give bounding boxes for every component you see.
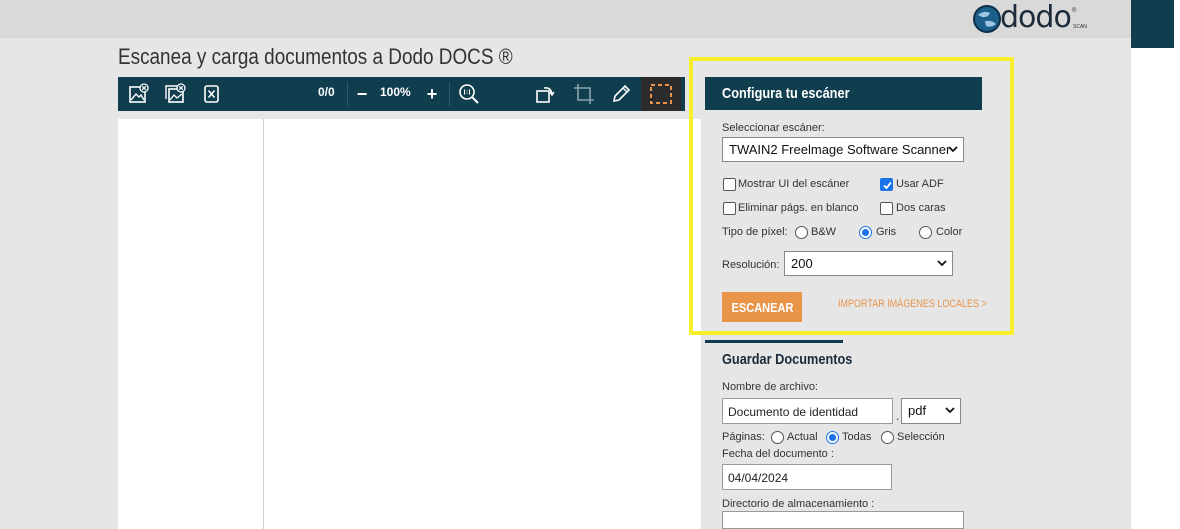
zoom-fit-icon xyxy=(459,84,479,104)
format-value: pdf xyxy=(908,403,927,418)
pages-label: Páginas: xyxy=(722,431,765,443)
page-title: Escanea y carga documentos a Dodo DOCS ® xyxy=(118,44,513,69)
crop-button[interactable] xyxy=(571,77,597,111)
top-bar xyxy=(0,0,1131,38)
zoom-out-button[interactable]: − xyxy=(352,77,372,111)
document-viewer[interactable] xyxy=(264,119,701,529)
pages-all-radio[interactable] xyxy=(826,431,839,444)
filename-input[interactable]: Documento de identidad xyxy=(722,398,893,424)
date-input[interactable]: 04/04/2024 xyxy=(722,464,892,490)
thumbnail-pane[interactable] xyxy=(118,119,264,529)
brand-name: dodo xyxy=(1000,0,1072,35)
crop-icon xyxy=(574,84,594,104)
selection-icon xyxy=(650,84,672,104)
toolbar-divider xyxy=(347,82,348,106)
page-counter: 0/0 xyxy=(318,85,335,99)
remove-image-button[interactable] xyxy=(126,77,152,111)
chevron-down-icon xyxy=(945,407,955,414)
viewer-toolbar: 0/0 − 100% + xyxy=(118,77,685,111)
save-panel: Guardar Documentos Nombre de archivo: Do… xyxy=(705,343,982,529)
pages-all-label: Todas xyxy=(842,431,872,443)
corner-block xyxy=(1131,0,1174,48)
highlight-box xyxy=(689,57,1014,335)
zoom-in-button[interactable]: + xyxy=(422,77,442,111)
remove-all-images-button[interactable] xyxy=(162,77,188,111)
extension-dot: . xyxy=(896,409,900,423)
rotate-button[interactable] xyxy=(532,77,558,111)
brand-logo[interactable]: dodo ® SCAN xyxy=(972,0,1092,36)
edit-button[interactable] xyxy=(608,77,634,111)
globe-icon xyxy=(973,5,1001,33)
brand-reg: ® xyxy=(1072,8,1077,14)
filename-label: Nombre de archivo: xyxy=(722,381,818,393)
pages-actual-label: Actual xyxy=(787,431,818,443)
toolbar-divider xyxy=(449,82,450,106)
select-area-button[interactable] xyxy=(641,77,681,111)
date-value: 04/04/2024 xyxy=(728,471,789,485)
date-label: Fecha del documento : xyxy=(722,448,834,460)
save-panel-title: Guardar Documentos xyxy=(722,351,853,368)
pages-selection-label: Selección xyxy=(897,431,945,443)
filename-value: Documento de identidad xyxy=(728,405,859,419)
zoom-level: 100% xyxy=(380,85,411,99)
plus-icon: + xyxy=(426,83,438,104)
pencil-icon xyxy=(612,84,631,103)
images-remove-icon xyxy=(165,83,186,103)
rotate-icon xyxy=(536,87,555,103)
image-remove-icon xyxy=(129,83,149,103)
clear-button[interactable] xyxy=(200,77,224,111)
directory-label: Directorio de almacenamiento : xyxy=(722,498,875,510)
directory-select[interactable] xyxy=(722,511,964,529)
pages-selection-radio[interactable] xyxy=(881,431,894,444)
pages-actual-radio[interactable] xyxy=(771,431,784,444)
format-select[interactable]: pdf xyxy=(901,398,961,424)
brand-sub: SCAN xyxy=(1073,24,1087,30)
delete-document-icon xyxy=(204,85,219,103)
fit-zoom-button[interactable] xyxy=(456,77,482,111)
minus-icon: − xyxy=(356,83,368,104)
